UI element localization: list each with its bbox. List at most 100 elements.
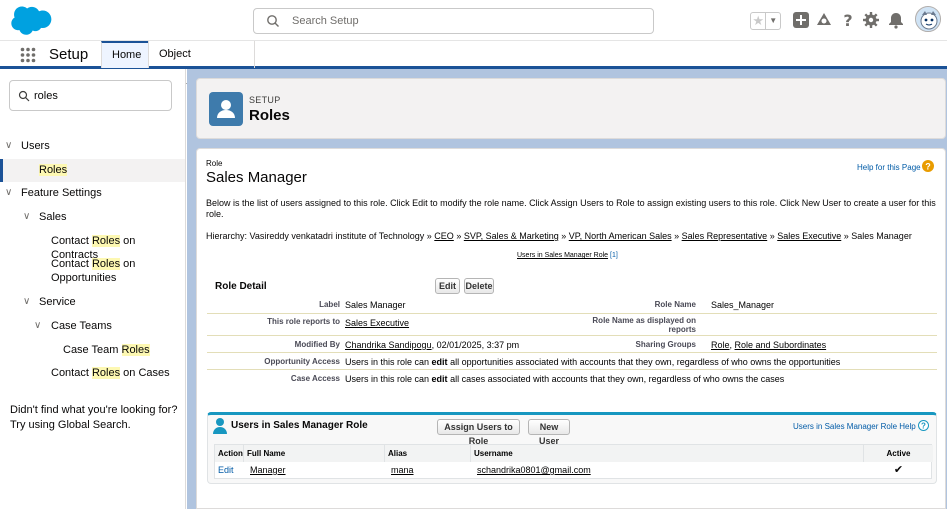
- hierarchy-link-svp[interactable]: SVP, Sales & Marketing: [464, 231, 559, 241]
- notifications-bell-icon[interactable]: [887, 11, 905, 29]
- search-placeholder: Search Setup: [292, 15, 359, 27]
- users-in-role-link[interactable]: Users in Sales Manager Role: [517, 252, 608, 259]
- gear-icon[interactable]: [862, 11, 880, 29]
- trailhead-icon[interactable]: [815, 11, 833, 29]
- row-alias-link[interactable]: mana: [388, 462, 414, 479]
- help-for-page-link[interactable]: Help for this Page: [857, 163, 921, 172]
- page-eyebrow: SETUP: [249, 95, 281, 105]
- chevron-down-icon[interactable]: ∨: [34, 319, 41, 333]
- user-avatar[interactable]: [915, 6, 941, 32]
- detail-row-case-access: Case Access Users in this role can edit …: [207, 370, 937, 387]
- users-in-role-related-list: Users in Sales Manager Role Assign Users…: [207, 412, 937, 484]
- help-line: Didn't find what you're looking for?: [10, 404, 178, 416]
- reports-to-link[interactable]: Sales Executive: [345, 318, 409, 328]
- related-list-title: Users in Sales Manager Role: [231, 420, 368, 431]
- role-label: Role: [206, 159, 223, 168]
- assign-users-button[interactable]: Assign Users to Role: [437, 419, 520, 446]
- label-part: Contact: [51, 367, 92, 379]
- value-part: all opportunities associated with accoun…: [447, 357, 841, 367]
- label-highlight: Roles: [91, 258, 121, 270]
- app-launcher-icon[interactable]: [20, 47, 36, 63]
- help-icon[interactable]: ?: [918, 420, 929, 431]
- hierarchy-link-sales-exec[interactable]: Sales Executive: [777, 231, 841, 241]
- label-part: Case Team: [63, 344, 122, 356]
- label-part: on Cases: [120, 367, 170, 379]
- chevron-down-icon[interactable]: ∨: [5, 139, 12, 153]
- sidebar-item-label: Sales: [39, 211, 67, 223]
- sharing-subordinates-link[interactable]: Role and Subordinates: [735, 340, 827, 350]
- role-display-label-line: reports: [668, 325, 696, 334]
- label-field-value: Sales Manager: [345, 300, 406, 310]
- chevron-down-icon[interactable]: ∨: [5, 186, 12, 200]
- app-name: Setup: [49, 46, 89, 63]
- modified-by-label: Modified By: [294, 340, 340, 349]
- sidebar-item-users[interactable]: ∨ Users: [5, 139, 50, 153]
- new-user-button[interactable]: New User: [528, 419, 570, 446]
- global-search-input[interactable]: Search Setup: [253, 8, 654, 34]
- reports-to-label: This role reports to: [267, 317, 340, 326]
- add-icon[interactable]: [792, 11, 810, 29]
- sidebar-item-contact-roles-on-opportunities[interactable]: Contact Roles on Opportunities: [51, 257, 135, 285]
- role-content-panel: Role Sales Manager Help for this Page ? …: [196, 148, 946, 509]
- value-part: Users in this role can: [345, 357, 432, 367]
- role-name-field-value: Sales_Manager: [711, 300, 775, 310]
- column-header-username: Username: [471, 445, 864, 462]
- role-name-field-label: Role Name: [654, 300, 696, 309]
- user-icon: [213, 418, 227, 434]
- help-icon[interactable]: ?: [839, 11, 857, 29]
- detail-row-label: Label Sales Manager Role Name Sales_Mana…: [207, 296, 937, 314]
- sidebar-item-case-teams[interactable]: ∨ Case Teams: [34, 319, 112, 333]
- role-description: Below is the list of users assigned to t…: [206, 198, 936, 219]
- star-icon[interactable]: ★: [751, 13, 767, 29]
- role-detail-heading: Role Detail: [215, 281, 267, 292]
- sidebar-item-sales[interactable]: ∨ Sales: [23, 210, 67, 224]
- hierarchy-separator: »: [767, 231, 778, 241]
- opportunity-access-value: Users in this role can edit all opportun…: [345, 357, 840, 367]
- hierarchy-link-vp[interactable]: VP, North American Sales: [569, 231, 672, 241]
- label-part: on: [120, 258, 136, 270]
- chevron-down-icon[interactable]: ∨: [23, 210, 30, 224]
- edit-button[interactable]: Edit: [435, 278, 460, 294]
- hierarchy-separator: »: [841, 231, 852, 241]
- role-display-label: Role Name as displayed on reports: [592, 316, 696, 334]
- hierarchy-link-sales-rep[interactable]: Sales Representative: [682, 231, 768, 241]
- related-list-help-link[interactable]: Users in Sales Manager Role Help: [793, 422, 916, 431]
- hierarchy-link-ceo[interactable]: CEO: [434, 231, 454, 241]
- favorites-button-group[interactable]: ★ ▼: [750, 12, 781, 30]
- label-highlight: Roles: [91, 367, 121, 379]
- role-hierarchy: Hierarchy: Vasireddy venkatadri institut…: [206, 231, 912, 241]
- help-line: Try using Global Search.: [10, 419, 131, 431]
- tab-home[interactable]: Home: [101, 41, 148, 68]
- svg-text:?: ?: [925, 162, 931, 172]
- role-name-title: Sales Manager: [206, 169, 307, 186]
- chevron-down-icon[interactable]: ∨: [23, 295, 30, 309]
- global-header: Search Setup ★ ▼ ?: [0, 0, 947, 41]
- tab-object-manager[interactable]: Object Manager∨: [148, 41, 255, 87]
- row-username-link[interactable]: schandrika0801@gmail.com: [474, 462, 591, 479]
- sidebar-item-label: Users: [21, 140, 50, 152]
- sidebar-item-label: Service: [39, 296, 76, 308]
- sharing-role-link[interactable]: Role: [711, 340, 730, 350]
- sharing-groups-label: Sharing Groups: [635, 340, 696, 349]
- search-icon: [18, 90, 30, 102]
- modified-by-user-link[interactable]: Chandrika Sandipogu: [345, 340, 432, 350]
- sidebar-item-case-team-roles[interactable]: Case Team Roles: [63, 343, 150, 357]
- value-emphasis: edit: [431, 374, 448, 384]
- sidebar-item-label: Feature Settings: [21, 187, 102, 199]
- quick-find-input[interactable]: roles: [9, 80, 172, 111]
- row-edit-link[interactable]: Edit: [215, 462, 244, 479]
- sidebar-item-contact-roles-on-cases[interactable]: Contact Roles on Cases: [51, 366, 170, 380]
- help-icon[interactable]: ?: [922, 160, 934, 172]
- modified-by-value: Chandrika Sandipogu, 02/01/2025, 3:37 pm: [345, 340, 519, 350]
- column-header-alias: Alias: [385, 445, 471, 462]
- navigation-bar: Setup Home Object Manager∨: [0, 41, 947, 87]
- sidebar-item-roles[interactable]: Roles: [39, 163, 68, 177]
- case-access-label: Case Access: [290, 374, 340, 383]
- salesforce-logo[interactable]: [10, 6, 54, 36]
- sidebar-item-feature-settings[interactable]: ∨ Feature Settings: [5, 186, 102, 200]
- sidebar-item-service[interactable]: ∨ Service: [23, 295, 76, 309]
- row-full-name-link[interactable]: Manager: [247, 462, 286, 479]
- chevron-down-icon[interactable]: ▼: [766, 13, 780, 29]
- delete-button[interactable]: Delete: [464, 278, 494, 294]
- row-active-checkmark: ✔: [893, 464, 904, 476]
